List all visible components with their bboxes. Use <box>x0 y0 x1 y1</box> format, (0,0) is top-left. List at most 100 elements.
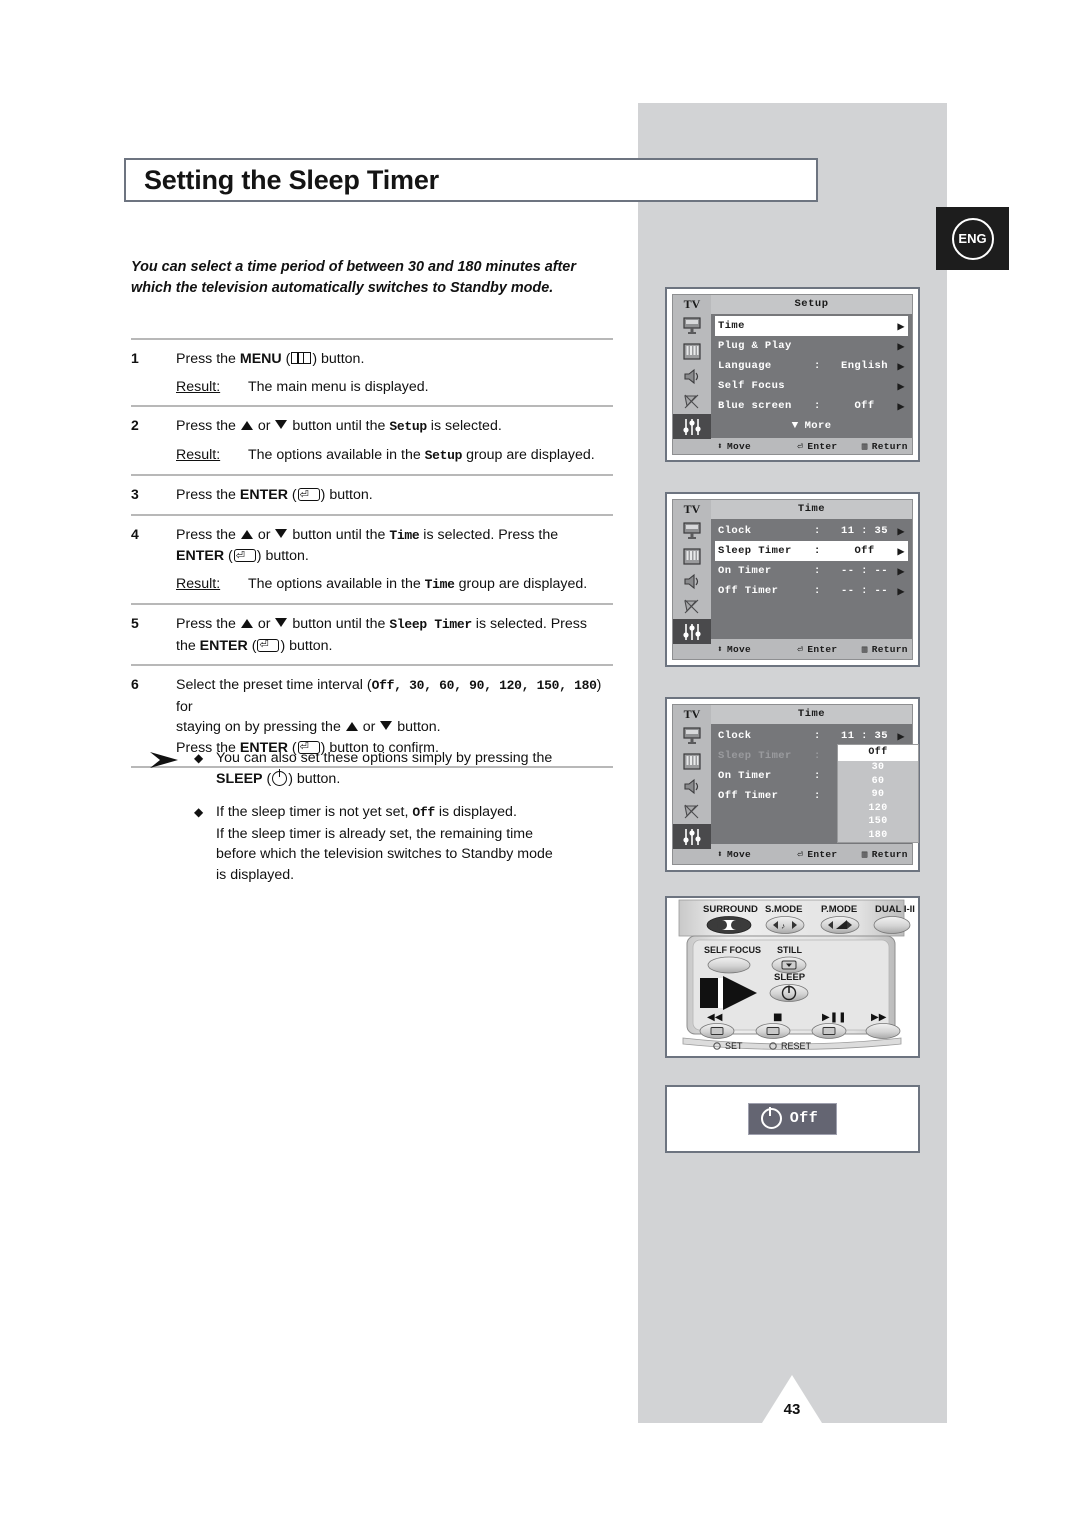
setup-sliders-icon[interactable] <box>673 414 711 439</box>
speaker-icon[interactable] <box>673 364 711 389</box>
step-4-text-d: button. <box>261 548 309 564</box>
osd-row-blue-screen[interactable]: Blue screen : Off ▶ <box>715 396 908 416</box>
up-arrow-icon <box>240 529 253 539</box>
note-2-line-4: is displayed. <box>216 866 295 883</box>
osd-footer-move: ⬍ Move <box>711 441 797 452</box>
note-2-line-2: If the sleep timer is already set, the r… <box>216 825 533 842</box>
intro-paragraph: You can select a time period of between … <box>131 257 621 299</box>
step-4-result: Result: The options available in the Tim… <box>176 574 613 596</box>
step-1: 1 Press the MENU () button. Result: The … <box>131 340 613 405</box>
osd-tv-label: TV <box>673 705 711 724</box>
osd-row-label: Off Timer <box>718 585 779 597</box>
step-2-result-text: The options available in the Setup group… <box>248 445 613 467</box>
osd-row-plug-and-play[interactable]: Plug & Play ▶ <box>715 336 908 356</box>
down-arrow-icon: ▼ <box>791 420 799 432</box>
remote-label-dual: DUAL I-II <box>875 904 915 915</box>
osd-row-label: Plug & Play <box>718 340 792 352</box>
notes-block: ◆ You can also set these options simply … <box>150 748 620 898</box>
step-6-body: Select the preset time interval (Off, 30… <box>176 677 602 756</box>
chevron-right-icon: ▶ <box>897 564 905 579</box>
step-4-key: ENTER <box>176 548 225 564</box>
osd-row-colon: : <box>814 525 821 537</box>
osd-row-self-focus[interactable]: Self Focus ▶ <box>715 376 908 396</box>
language-badge: ENG <box>936 207 1009 270</box>
osd-time-dd-title: Time <box>711 705 912 724</box>
step-5-text-b: button until the <box>288 616 390 632</box>
dropdown-option-180[interactable]: 180 <box>838 829 918 843</box>
osd-time-dd-footer: ⬍ Move ⏎ Enter ▥ Return <box>711 844 912 864</box>
down-arrow-icon <box>380 721 393 730</box>
step-5-text-a: Press the <box>176 616 240 632</box>
osd-footer-return: ▥ Return <box>862 441 912 452</box>
step-6-options: Off, 30, 60, 90, 120, 150, 180 <box>371 678 597 693</box>
osd-row-on-timer[interactable]: On Timer : -- : -- ▶ <box>715 561 908 581</box>
setup-sliders-icon[interactable] <box>673 824 711 849</box>
osd-time-icon-sidebar: TV <box>673 500 711 659</box>
equalizer-icon[interactable] <box>673 749 711 774</box>
osd-row-value: English <box>841 360 888 372</box>
page-number-marker: 43 <box>762 1375 822 1423</box>
osd-footer-return-label: Return <box>871 643 908 655</box>
chevron-right-icon: ▶ <box>897 524 905 539</box>
satellite-icon[interactable] <box>673 799 711 824</box>
speaker-icon[interactable] <box>673 569 711 594</box>
remote-label-still: STILL <box>777 945 802 955</box>
osd-row-time[interactable]: Time ▶ <box>715 316 908 336</box>
sleep-timer-options-dropdown[interactable]: Off 30 60 90 120 150 180 <box>837 744 919 843</box>
equalizer-icon[interactable] <box>673 339 711 364</box>
enter-icon: ⏎ <box>797 643 804 655</box>
note-1-text: You can also set these options simply by… <box>216 748 620 789</box>
osd-footer-move-label: Move <box>727 848 752 860</box>
picture-icon[interactable] <box>673 519 711 544</box>
remote-label-sleep: SLEEP <box>774 972 806 983</box>
svg-text:♪: ♪ <box>781 922 785 931</box>
sleep-timer-osd-display: Off <box>665 1085 920 1153</box>
step-1-key: MENU <box>239 351 282 367</box>
step-4-text-a: Press the <box>176 526 240 543</box>
osd-row-sleep-timer[interactable]: Sleep Timer : Off ▶ <box>715 541 908 561</box>
dropdown-option-120[interactable]: 120 <box>838 802 918 816</box>
dropdown-option-150[interactable]: 150 <box>838 815 918 829</box>
fastforward-icon: ▶▶ <box>871 1012 887 1023</box>
equalizer-icon[interactable] <box>673 544 711 569</box>
osd-row-label: On Timer <box>718 770 772 782</box>
picture-icon[interactable] <box>673 724 711 749</box>
step-4-text-b: button until the <box>288 526 390 543</box>
osd-row-colon: : <box>814 730 821 742</box>
osd-row-clock[interactable]: Clock : 11 : 35 ▶ <box>715 521 908 541</box>
satellite-icon[interactable] <box>673 389 711 414</box>
dropdown-option-30[interactable]: 30 <box>838 761 918 775</box>
osd-footer-enter-label: Enter <box>807 643 838 655</box>
dropdown-option-90[interactable]: 90 <box>838 788 918 802</box>
setup-sliders-icon[interactable] <box>673 619 711 644</box>
step-5-number: 5 <box>131 615 139 631</box>
step-2-result: Result: The options available in the Set… <box>176 445 613 467</box>
osd-row-language[interactable]: Language : English ▶ <box>715 356 908 376</box>
sleep-timer-value: Off <box>789 1110 819 1127</box>
step-3-text-b: button. <box>325 487 373 503</box>
osd-footer-return: ▥ Return <box>862 849 912 860</box>
step-4-result-text: The options available in the Time group … <box>248 574 613 596</box>
osd-row-clock[interactable]: Clock : 11 : 35 ▶ <box>715 726 908 746</box>
dropdown-option-off[interactable]: Off <box>838 745 918 761</box>
osd-row-off-timer[interactable]: Off Timer : -- : -- ▶ <box>715 581 908 601</box>
updown-arrow-icon: ⬍ <box>717 643 724 655</box>
osd-more-indicator[interactable]: ▼ More <box>715 416 908 436</box>
dropdown-option-60[interactable]: 60 <box>838 775 918 789</box>
picture-icon[interactable] <box>673 314 711 339</box>
osd-row-label: Off Timer <box>718 790 779 802</box>
step-2-text-a: Press the <box>176 418 240 434</box>
updown-arrow-icon: ⬍ <box>717 440 724 452</box>
osd-time-title: Time <box>711 500 912 519</box>
osd-setup-icon-sidebar: TV <box>673 295 711 454</box>
menu-icon: ▥ <box>861 440 868 452</box>
step-2-result-post: group are displayed. <box>462 446 595 463</box>
osd-row-colon: : <box>814 360 821 372</box>
step-5-text-e: button. <box>285 637 333 654</box>
satellite-icon[interactable] <box>673 594 711 619</box>
step-2-mono: Setup <box>389 419 427 434</box>
chevron-right-icon: ▶ <box>897 359 905 374</box>
chevron-right-icon: ▶ <box>897 584 905 599</box>
speaker-icon[interactable] <box>673 774 711 799</box>
note-arrow-icon <box>150 752 178 768</box>
